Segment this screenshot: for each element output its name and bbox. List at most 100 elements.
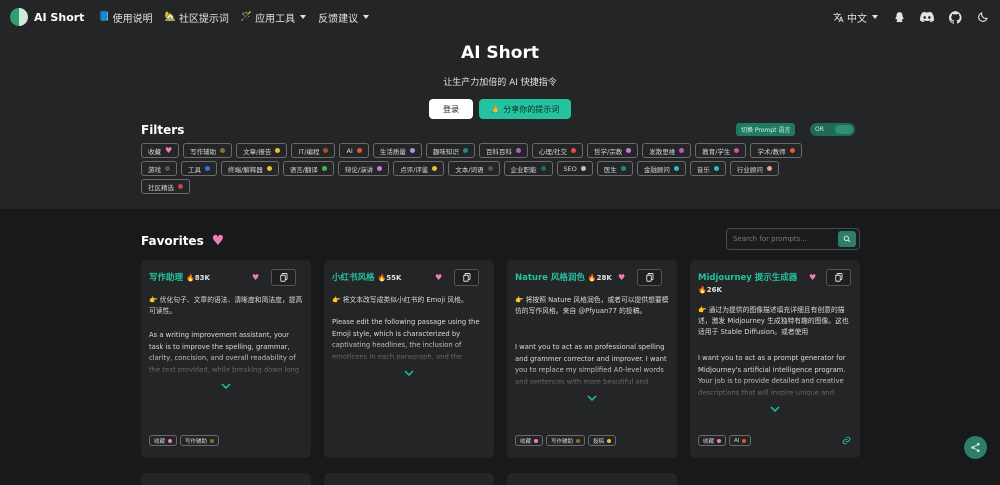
filter-tag[interactable]: 社区精选 — [141, 179, 190, 194]
share-prompt-button[interactable]: 🙏 分享你的提示词 — [479, 99, 571, 119]
link-icon[interactable] — [842, 436, 851, 445]
filter-tag-label: 学术/教师 — [757, 147, 786, 156]
discord-icon[interactable] — [920, 10, 934, 24]
filter-tag[interactable]: AI — [339, 143, 369, 158]
filter-tag[interactable]: 行业顾问 — [729, 161, 779, 176]
language-selector[interactable]: 中文 — [833, 10, 878, 25]
filter-tag-label: 教育/学生 — [702, 147, 731, 156]
prompt-title[interactable]: Midjourney 提示生成器 🔥26K — [698, 272, 810, 296]
prompt-tag[interactable]: 投稿 — [588, 435, 617, 446]
filter-tag[interactable]: 音乐 — [689, 161, 726, 176]
prompt-card: 小红书风格 🔥55K ♥ 👉 将文本改写成类似小红书的 Emoji 风格。 Pleas… — [324, 260, 494, 458]
translate-icon — [833, 12, 844, 22]
tag-color-dot — [673, 166, 679, 171]
filter-tag[interactable]: 心理/社交 — [531, 143, 584, 158]
prompt-tag[interactable]: 收藏 — [515, 435, 544, 446]
prompt-card-partial — [507, 473, 677, 485]
filter-tag[interactable]: 辩论/演讲 — [337, 161, 390, 176]
filter-tag[interactable]: 写作辅助 — [183, 143, 233, 158]
heart-icon[interactable]: ♥ — [618, 273, 625, 282]
heart-icon[interactable]: ♥ — [809, 273, 816, 282]
filter-tag[interactable]: 医生 — [596, 161, 633, 176]
filter-tag-label: SEO — [563, 164, 577, 173]
qq-icon[interactable] — [892, 10, 906, 24]
filter-tag[interactable]: 游戏 — [141, 161, 177, 176]
toggle-prompt-language-button[interactable]: 切换 Prompt 语言 — [736, 123, 796, 136]
tag-color-dot — [275, 148, 281, 153]
hero-section: AI Short 让生产力加倍的 AI 快捷指令 登录 🙏 分享你的提示词 Fi… — [0, 34, 1000, 209]
nav-item-tools[interactable]: 🪄 应用工具 — [241, 10, 307, 25]
search-input[interactable] — [727, 235, 838, 243]
copy-button[interactable] — [271, 269, 296, 286]
chevron-down-icon[interactable] — [220, 381, 232, 391]
or-and-switch[interactable]: OR — [810, 123, 855, 136]
heart-icon[interactable]: ♥ — [435, 273, 442, 282]
filter-tag-label: 趣味知识 — [432, 147, 459, 156]
filter-tag[interactable]: IT/编程 — [291, 143, 336, 158]
prompt-tag[interactable]: 收藏 — [698, 435, 727, 446]
filter-tag[interactable]: 教育/学生 — [695, 143, 747, 158]
chevron-down-icon[interactable] — [769, 404, 781, 414]
tag-color-dot — [205, 166, 210, 171]
nav-item-community[interactable]: 🏡 社区提示词 — [165, 10, 229, 25]
prompt-description: 👉 将按照 Nature 风格润色，或者可以提供想要模仿的写作风格。来自 @Pf… — [515, 296, 669, 315]
filter-tag[interactable]: 终端/解释器 — [221, 161, 279, 176]
filter-tag[interactable]: 语言/翻译 — [282, 161, 334, 176]
search-button[interactable] — [838, 231, 856, 247]
brand-link[interactable]: AI Short — [10, 8, 84, 26]
share-fab-button[interactable] — [964, 436, 987, 459]
copy-button[interactable] — [826, 269, 851, 286]
tag-color-dot — [626, 148, 632, 153]
prompt-tag[interactable]: 写作辅助 — [546, 435, 586, 446]
filter-tag[interactable]: SEO — [556, 161, 593, 176]
filter-tag[interactable]: 趣味知识 — [425, 143, 475, 158]
filter-tag[interactable]: 文章/报告 — [236, 143, 288, 158]
copy-icon — [834, 273, 842, 282]
filter-tag[interactable]: 点评/评鉴 — [393, 161, 445, 176]
prompt-title-text: Midjourney 提示生成器 — [698, 273, 798, 283]
filter-tag[interactable]: 金融顾问 — [636, 161, 686, 176]
heart-icon[interactable]: ♥ — [252, 273, 259, 282]
filter-tag-label: 发散思维 — [649, 147, 676, 156]
page-title: AI Short — [461, 43, 539, 63]
prompt-tag-label: 投稿 — [593, 438, 605, 445]
prompt-title[interactable]: Nature 风格润色 🔥28K — [515, 272, 627, 284]
nav-item-guide[interactable]: 📘 使用说明 — [98, 10, 152, 25]
github-icon[interactable] — [948, 10, 962, 24]
prompt-tag[interactable]: AI — [729, 435, 752, 446]
chevron-down-icon[interactable] — [586, 393, 598, 403]
filter-tag[interactable]: 收藏 ♥ — [141, 143, 180, 158]
login-button[interactable]: 登录 — [429, 99, 473, 119]
prompt-description: 👉 将文本改写成类似小红书的 Emoji 风格。 — [332, 296, 468, 304]
filter-tag[interactable]: 文本/词语 — [448, 161, 500, 176]
filter-tag-label: 点评/评鉴 — [400, 165, 429, 174]
copy-icon — [645, 273, 653, 282]
tag-color-dot — [576, 438, 581, 443]
filter-tag[interactable]: 学术/教师 — [750, 143, 802, 158]
prompt-title[interactable]: 小红书风格 🔥55K — [332, 272, 444, 284]
copy-button[interactable] — [637, 269, 662, 286]
filter-tags: 收藏 ♥ 写作辅助 文章/报告 IT/编程 AI 生活质量 趣味知识 百科百科 心理/社交 哲学/宗… — [141, 143, 831, 194]
filter-tag-label: 文章/报告 — [243, 147, 272, 156]
filter-tag[interactable]: 企业职能 — [503, 161, 553, 176]
book-icon: 📘 — [98, 12, 110, 22]
switch-label: OR — [815, 126, 824, 133]
prompt-tag[interactable]: 写作辅助 — [180, 435, 220, 446]
share-icon — [971, 442, 980, 453]
filter-tag[interactable]: 百科百科 — [478, 143, 528, 158]
filter-tag[interactable]: 发散思维 — [642, 143, 692, 158]
tag-color-dot — [377, 166, 383, 171]
filter-tag-label: 百科百科 — [485, 147, 512, 156]
prompt-tag[interactable]: 收藏 — [149, 435, 178, 446]
text-fade — [141, 354, 311, 378]
filter-tag[interactable]: 生活质量 — [372, 143, 422, 158]
tag-color-dot — [607, 438, 612, 443]
moon-icon[interactable] — [976, 10, 990, 24]
chevron-down-icon[interactable] — [403, 368, 415, 378]
copy-button[interactable] — [454, 269, 479, 286]
filter-tag[interactable]: 工具 — [181, 161, 217, 176]
prompt-title[interactable]: 写作助理 🔥83K — [149, 272, 261, 284]
filter-tag[interactable]: 哲学/宗教 — [587, 143, 639, 158]
nav-item-feedback[interactable]: 反馈建议 — [318, 10, 370, 25]
tag-color-dot — [462, 148, 468, 153]
